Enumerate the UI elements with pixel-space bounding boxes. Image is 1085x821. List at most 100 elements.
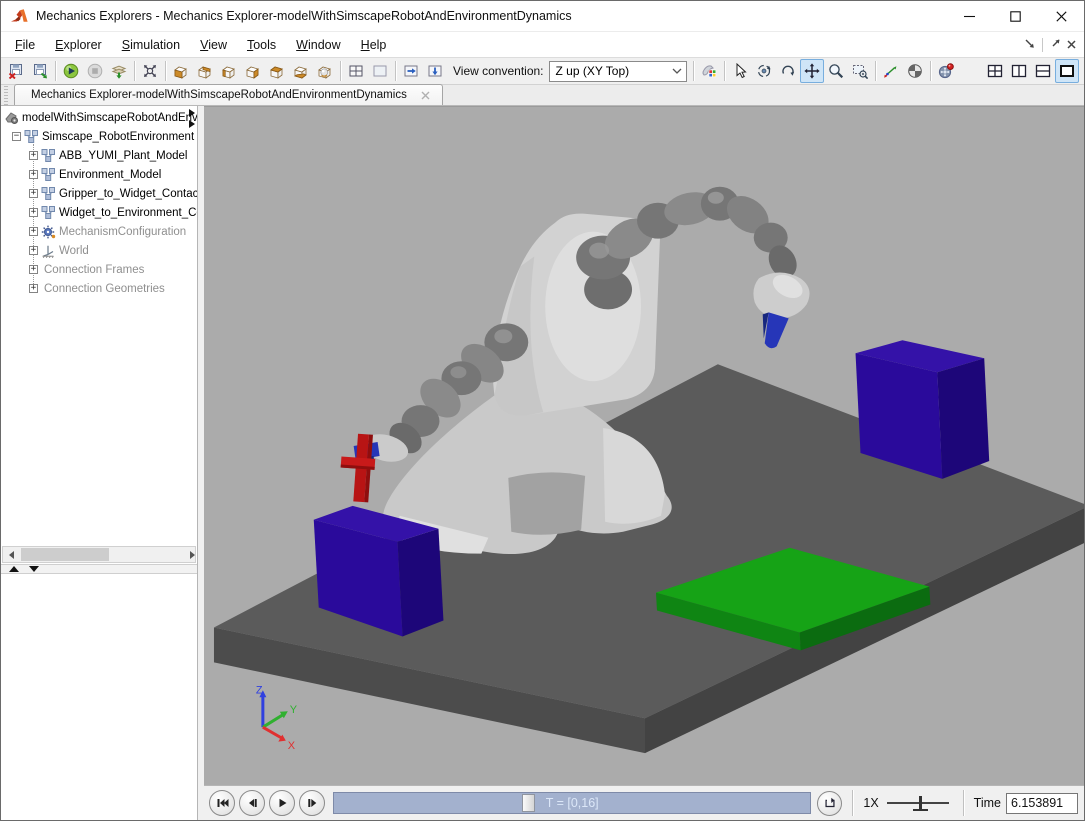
view-top-button[interactable]	[265, 59, 289, 83]
visual-settings-button[interactable]	[697, 59, 721, 83]
view-bottom-button[interactable]	[289, 59, 313, 83]
menu-file[interactable]: File	[5, 33, 45, 57]
save-green-arrow-button[interactable]	[28, 59, 52, 83]
roll-button[interactable]	[776, 59, 800, 83]
dock-icon[interactable]	[1025, 38, 1035, 52]
minimize-button[interactable]	[946, 1, 992, 31]
tab-mechanics-explorer[interactable]: Mechanics Explorer-modelWithSimscapeRobo…	[14, 84, 443, 105]
toolbar-separator	[340, 61, 341, 81]
toolbar-layout-section	[983, 59, 1079, 83]
loop-button[interactable]	[817, 791, 842, 816]
time-label: Time	[974, 796, 1001, 810]
tree-item-environment-model[interactable]: +Environment_Model	[1, 165, 197, 184]
expand-icon[interactable]: +	[29, 227, 38, 236]
scrollbar-thumb[interactable]	[21, 548, 109, 561]
frame-axes-button[interactable]	[879, 59, 903, 83]
close-panel-icon[interactable]	[1067, 38, 1076, 52]
tree-horizontal-scrollbar[interactable]	[2, 546, 196, 563]
go-to-start-button[interactable]	[209, 790, 235, 816]
layout-four-pane-button[interactable]	[344, 59, 368, 83]
stop-button[interactable]	[83, 59, 107, 83]
select-cursor-button[interactable]	[728, 59, 752, 83]
play-button[interactable]	[269, 790, 295, 816]
time-input[interactable]	[1006, 793, 1078, 814]
view-right-button[interactable]	[241, 59, 265, 83]
menu-items: FileExplorerSimulationViewToolsWindowHel…	[5, 33, 396, 57]
tree-item-world[interactable]: +World	[1, 241, 197, 260]
close-button[interactable]	[1038, 1, 1084, 31]
menu-help[interactable]: Help	[351, 33, 397, 57]
menu-tools[interactable]: Tools	[237, 33, 286, 57]
view-isometric-button[interactable]	[313, 59, 337, 83]
speed-slider[interactable]	[887, 796, 949, 810]
view-top-icon	[269, 63, 285, 79]
zoom-in-button[interactable]	[824, 59, 848, 83]
viewport-3d[interactable]: Z Y X	[204, 106, 1084, 785]
step-forward-button[interactable]	[299, 790, 325, 816]
panel-splitter[interactable]	[1, 564, 197, 574]
expand-icon[interactable]: +	[29, 189, 38, 198]
speed-slider-thumb[interactable]	[919, 796, 922, 810]
tree-item-widget-to-environment-contact[interactable]: +Widget_to_Environment_Contact	[1, 203, 197, 222]
splitter-collapse-up-icon[interactable]	[9, 566, 19, 572]
menu-view[interactable]: View	[190, 33, 237, 57]
pan-button[interactable]	[800, 59, 824, 83]
tab-grip[interactable]	[2, 86, 11, 105]
save-red-x-button[interactable]	[4, 59, 28, 83]
perspective-button[interactable]	[903, 59, 927, 83]
tree-item-modelwithsimscaperobotandenvir[interactable]: modelWithSimscapeRobotAndEnvironmentDyna…	[1, 108, 197, 127]
scroll-left-button[interactable]	[3, 547, 19, 562]
menu-window[interactable]: Window	[286, 33, 350, 57]
zoom-fit-icon	[142, 63, 158, 79]
expand-icon[interactable]: +	[29, 284, 38, 293]
tile-quad-button[interactable]	[983, 59, 1007, 83]
scroll-right-button[interactable]	[179, 547, 195, 562]
subsystem-icon	[24, 129, 39, 144]
expand-icon[interactable]: +	[29, 208, 38, 217]
layers-export-button[interactable]	[107, 59, 131, 83]
tree-item-label: MechanismConfiguration	[59, 226, 186, 238]
view-back-button[interactable]	[193, 59, 217, 83]
zoom-region-button[interactable]	[848, 59, 872, 83]
step-back-button[interactable]	[239, 790, 265, 816]
view-convention-value: Z up (XY Top)	[556, 64, 630, 78]
toolbar-separator	[395, 61, 396, 81]
tile-single-button[interactable]	[1055, 59, 1079, 83]
tile-rows-button[interactable]	[1031, 59, 1055, 83]
tree-item-connection-geometries[interactable]: +Connection Geometries	[1, 279, 197, 298]
expand-icon[interactable]: +	[29, 265, 38, 274]
menu-explorer[interactable]: Explorer	[45, 33, 112, 57]
tree-item-mechanismconfiguration[interactable]: + MechanismConfiguration	[1, 222, 197, 241]
zoom-fit-button[interactable]	[138, 59, 162, 83]
view-bottom-icon	[293, 63, 309, 79]
tree-item-label: Simscape_RobotEnvironment	[42, 131, 194, 143]
view-convention-label: View convention:	[453, 64, 544, 78]
tree-item-connection-frames[interactable]: +Connection Frames	[1, 260, 197, 279]
orbit-button[interactable]	[752, 59, 776, 83]
subsystem-icon	[41, 186, 56, 201]
pane-forward-button[interactable]	[399, 59, 423, 83]
expand-icon[interactable]: +	[29, 246, 38, 255]
tree-item-simscape-robotenvironment[interactable]: − Simscape_RobotEnvironment	[1, 127, 197, 146]
tree-item-abb-yumi-plant-model[interactable]: +ABB_YUMI_Plant_Model	[1, 146, 197, 165]
tab-close-icon[interactable]	[421, 91, 430, 100]
expand-icon[interactable]: +	[29, 151, 38, 160]
time-slider-thumb[interactable]	[522, 794, 535, 812]
tree-item-gripper-to-widget-contact[interactable]: +Gripper_to_Widget_Contact	[1, 184, 197, 203]
record-video-button[interactable]	[934, 59, 958, 83]
view-left-button[interactable]	[217, 59, 241, 83]
play-button[interactable]	[59, 59, 83, 83]
layout-blank-button[interactable]	[368, 59, 392, 83]
expand-icon[interactable]: +	[29, 170, 38, 179]
collapse-icon[interactable]: −	[12, 132, 21, 141]
tile-single-icon	[1059, 63, 1075, 79]
pane-down-button[interactable]	[423, 59, 447, 83]
undock-icon[interactable]	[1050, 38, 1060, 52]
maximize-button[interactable]	[992, 1, 1038, 31]
view-convention-dropdown[interactable]: Z up (XY Top)	[549, 61, 687, 82]
view-front-button[interactable]	[169, 59, 193, 83]
time-slider[interactable]: T = [0,16]	[333, 792, 811, 814]
tile-columns-button[interactable]	[1007, 59, 1031, 83]
menu-simulation[interactable]: Simulation	[112, 33, 190, 57]
splitter-collapse-down-icon[interactable]	[29, 566, 39, 572]
